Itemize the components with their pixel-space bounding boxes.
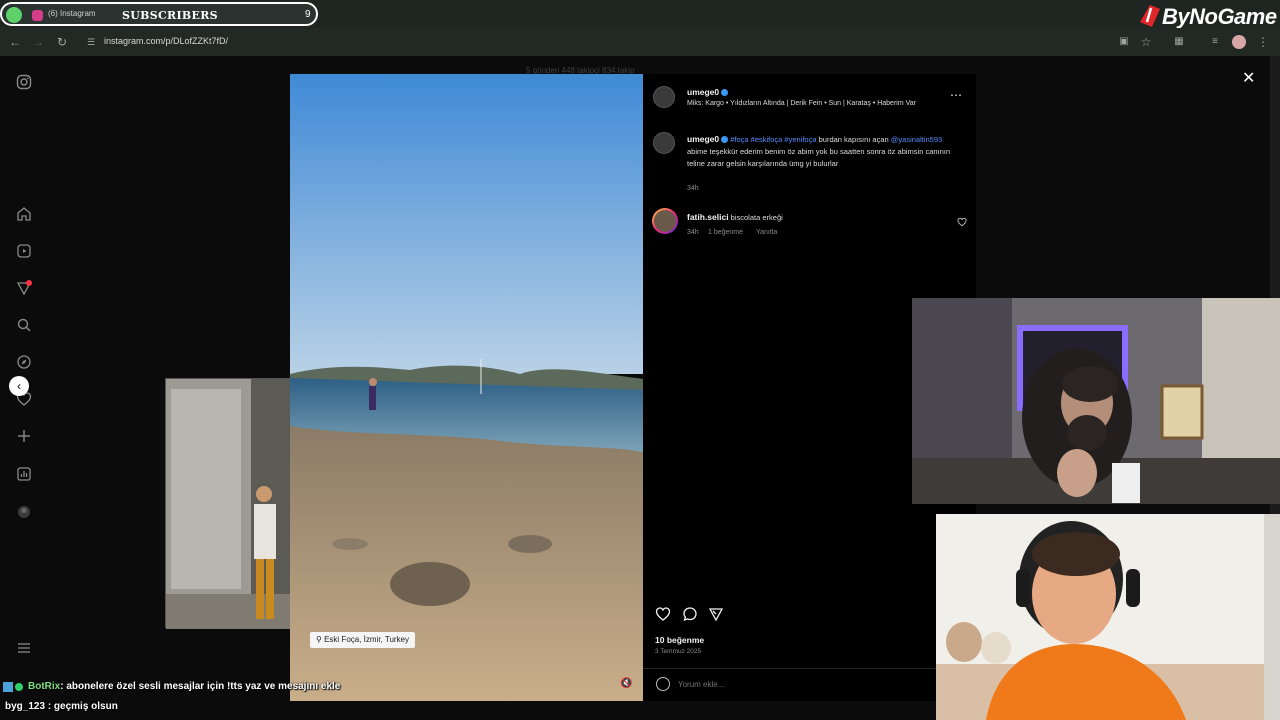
divider [643, 668, 976, 669]
more-options-icon[interactable]: ⋯ [950, 88, 962, 102]
home-icon[interactable] [16, 206, 32, 222]
address-bar[interactable]: instagram.com/p/DLofZZKt7fD/ [104, 36, 228, 46]
location-text: Eski Foça, İzmir, Turkey [324, 635, 409, 644]
comment-reply[interactable]: Yanıtla [756, 229, 777, 236]
bookmark-star-icon[interactable]: ☆ [1139, 35, 1153, 49]
caption-time: 34h [687, 185, 699, 192]
extensions-icon[interactable]: ▦ [1172, 35, 1186, 49]
verified-badge-icon [721, 136, 729, 144]
botrix-badge-icon [3, 682, 13, 692]
chat-username: byg_123 [5, 701, 46, 712]
brand-name: ByNoGame [1162, 4, 1277, 29]
browser-menu-icon[interactable]: ⋮ [1256, 35, 1270, 49]
post-date: 3 Temmuz 2025 [655, 648, 702, 655]
more-menu-icon[interactable] [16, 640, 32, 656]
caption-mention[interactable]: @yasinaltin593 [891, 135, 942, 144]
extension-icon [6, 7, 22, 23]
subscribers-label: SUBSCRIBERS [122, 9, 218, 22]
post-music[interactable]: Miks: Kargo • Yıldızların Altında | Deri… [687, 100, 916, 107]
chat-message: byg_123 : geçmiş olsun [5, 701, 118, 712]
likes-count[interactable]: 10 beğenme [655, 635, 704, 645]
location-tag[interactable]: ⚲ Eski Foça, İzmir, Turkey [310, 632, 415, 648]
messages-icon[interactable] [16, 280, 32, 296]
caption-username[interactable]: umege0 [687, 134, 729, 144]
reload-icon[interactable]: ↻ [55, 35, 69, 49]
tab-title: (6) Instagram [48, 9, 96, 18]
chat-text: : abonelere özel sesli mesajlar için !tt… [60, 681, 341, 692]
author-avatar[interactable] [653, 86, 675, 108]
comment-like-icon[interactable] [957, 214, 967, 232]
post-caption: umege0 #foça #eskifoça #yenifoça burdan … [687, 133, 951, 170]
emoji-icon[interactable] [656, 677, 670, 691]
comment-likes[interactable]: 1 beğenme [708, 229, 743, 236]
chat-message: BotRix: abonelere özel sesli mesajlar iç… [28, 681, 340, 692]
install-icon[interactable]: ▣ [1117, 35, 1131, 49]
share-icon[interactable] [708, 606, 724, 627]
carousel-prev-button[interactable]: ‹ [9, 376, 29, 396]
site-info-icon[interactable]: ☰ [84, 35, 98, 49]
create-icon[interactable] [16, 428, 32, 444]
commenter-avatar[interactable] [652, 208, 678, 234]
streamer-webcam [912, 298, 1280, 504]
caption-text-2: abime teşekkür ederim benim öz abim yok … [687, 147, 951, 168]
beach-photo [290, 74, 643, 701]
browser-tab[interactable]: (6) Instagram SUBSCRIBERS 9 [0, 2, 318, 26]
dashboard-icon[interactable] [16, 466, 32, 482]
brand-logo-icon [1140, 5, 1160, 27]
bot-badge-icon [15, 683, 23, 691]
back-icon[interactable]: ← [8, 35, 22, 49]
forward-icon[interactable]: → [31, 35, 45, 49]
media-icon[interactable]: ≡ [1208, 35, 1222, 49]
webcam-feed-1 [912, 298, 1280, 504]
tab-bar: (6) Instagram SUBSCRIBERS 9 ByNoGame [0, 0, 1280, 29]
profile-icon[interactable] [16, 504, 32, 520]
comment-time: 34h [687, 229, 699, 236]
guest-webcam [936, 514, 1280, 720]
close-modal-icon[interactable]: ✕ [1242, 68, 1255, 88]
instagram-logo-icon[interactable] [16, 74, 32, 90]
like-icon[interactable] [655, 606, 671, 627]
mute-icon[interactable]: 🔇 [620, 678, 632, 689]
chat-text: : geçmiş olsun [47, 701, 118, 712]
comment: fatih.selici biscolata erkeği [687, 212, 783, 222]
instagram-favicon-icon [32, 10, 43, 21]
caption-hashtags[interactable]: #foça #eskifoça #yenifoça [730, 135, 816, 144]
comment-input[interactable] [678, 676, 878, 692]
comment-username[interactable]: fatih.selici [687, 212, 729, 222]
webcam-feed-2 [936, 514, 1280, 720]
profile-avatar[interactable] [1232, 35, 1246, 49]
subscribers-count: 9 [305, 9, 311, 20]
post-media[interactable] [290, 74, 643, 701]
chat-username: BotRix [28, 681, 61, 692]
verified-badge-icon [721, 89, 729, 97]
previous-post-image [166, 379, 291, 629]
reels-icon[interactable] [16, 243, 32, 259]
previous-post-thumbnail[interactable] [165, 378, 291, 629]
caption-text-1: burdan kapısını açan [818, 135, 889, 144]
search-icon[interactable] [16, 317, 32, 333]
comment-text: biscolata erkeği [730, 213, 783, 222]
explore-icon[interactable] [16, 354, 32, 370]
author-username[interactable]: umege0 [687, 87, 729, 97]
comment-icon[interactable] [682, 606, 698, 627]
caption-avatar[interactable] [653, 132, 675, 154]
